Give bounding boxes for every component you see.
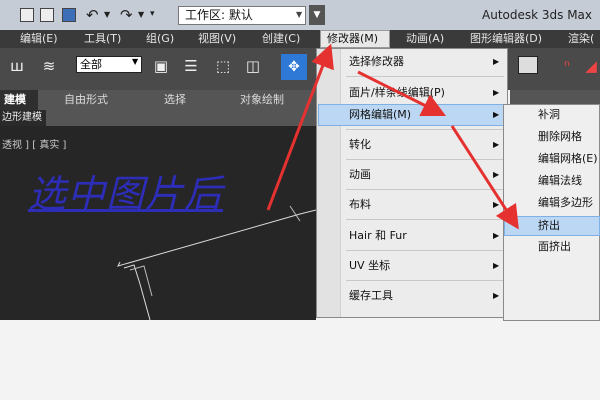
polygon-modeling-panel[interactable]: 边形建模 xyxy=(0,110,46,126)
tab-modeling[interactable]: 建模 xyxy=(0,90,38,110)
move-icon[interactable]: ✥ xyxy=(281,54,307,80)
app-title: Autodesk 3ds Max xyxy=(482,8,593,22)
tab-object-paint[interactable]: 对象绘制 xyxy=(240,90,284,110)
chevron-down-icon[interactable]: ▼ xyxy=(296,6,306,25)
submenu-item-extrude[interactable]: 挤出 xyxy=(538,215,560,237)
undo-icon[interactable]: ↶ xyxy=(86,6,99,24)
menu-separator xyxy=(346,129,504,130)
menu-item-hair-fur[interactable]: Hair 和 Fur xyxy=(349,222,407,250)
menu-views[interactable]: 视图(V) xyxy=(198,30,236,48)
menu-item-conversion[interactable]: 转化 xyxy=(349,131,371,159)
submenu-arrow-icon: ▶ xyxy=(493,57,500,66)
submenu-arrow-icon: ▶ xyxy=(493,200,500,209)
menu-group[interactable]: 组(G) xyxy=(146,30,174,48)
menu-item-highlight xyxy=(318,104,506,126)
menu-item-mesh-editing[interactable]: 网格编辑(M) xyxy=(349,101,411,129)
submenu-arrow-icon: ▶ xyxy=(493,110,500,119)
submenu-arrow-icon: ▶ xyxy=(493,261,500,270)
angle-snap-icon[interactable]: ◢ xyxy=(580,55,600,77)
submenu-item-face-extrude[interactable]: 面挤出 xyxy=(538,236,571,258)
undo-dropdown-icon[interactable]: ▼ xyxy=(104,10,110,19)
ribbon-subbar xyxy=(0,110,316,126)
menu-create[interactable]: 创建(C) xyxy=(262,30,300,48)
submenu-item-edit-mesh[interactable]: 编辑网格(E) xyxy=(538,148,598,170)
menu-item-animation[interactable]: 动画 xyxy=(349,161,371,189)
tab-selection[interactable]: 选择 xyxy=(164,90,186,110)
menu-modifiers[interactable]: 修改器(M) xyxy=(320,30,390,48)
menu-edit[interactable]: 编辑(E) xyxy=(20,30,58,48)
menu-gutter xyxy=(317,49,341,317)
save-icon[interactable] xyxy=(62,8,76,22)
menu-animation[interactable]: 动画(A) xyxy=(406,30,444,48)
menu-separator xyxy=(346,250,504,251)
menu-graph-editors[interactable]: 图形编辑器(D) xyxy=(470,30,542,48)
customize-qa-icon[interactable]: ▾ xyxy=(150,9,155,19)
overlay-caption: 选中图片后 xyxy=(28,172,224,216)
submenu-item-cap-holes[interactable]: 补洞 xyxy=(538,104,560,126)
unlink-icon[interactable]: ≋ xyxy=(38,55,60,77)
submenu-arrow-icon: ▶ xyxy=(493,291,500,300)
submenu-arrow-icon: ▶ xyxy=(493,170,500,179)
submenu-arrow-icon: ▶ xyxy=(493,231,500,240)
new-file-icon[interactable] xyxy=(20,8,34,22)
viewport-label[interactable]: 透视 ] [ 真实 ] xyxy=(2,136,66,151)
select-link-icon[interactable]: ꟺ xyxy=(6,55,28,77)
window-crossing-icon[interactable]: ◫ xyxy=(242,55,264,77)
workspace-selector[interactable]: 工作区: 默认 xyxy=(178,6,306,25)
menu-item-cache-tools[interactable]: 缓存工具 xyxy=(349,282,393,310)
tab-freeform[interactable]: 自由形式 xyxy=(64,90,108,110)
menu-separator xyxy=(346,159,504,160)
select-object-icon[interactable]: ▣ xyxy=(150,55,172,77)
submenu-item-edit-normals[interactable]: 编辑法线 xyxy=(538,170,582,192)
select-by-name-icon[interactable]: ☰ xyxy=(180,55,202,77)
viewport-geometry xyxy=(117,205,316,320)
submenu-arrow-icon: ▶ xyxy=(493,140,500,149)
menu-separator xyxy=(346,189,504,190)
submenu-item-edit-poly[interactable]: 编辑多边形 xyxy=(538,192,593,214)
menu-separator xyxy=(346,219,504,220)
rect-selection-icon[interactable]: ⬚ xyxy=(212,55,234,77)
menu-item-cloth[interactable]: 布料 xyxy=(349,191,371,219)
redo-icon[interactable]: ↷ xyxy=(120,6,133,24)
snap-toggle-icon[interactable]: ⁿ xyxy=(556,55,578,77)
viewport[interactable] xyxy=(0,126,316,320)
open-file-icon[interactable] xyxy=(40,8,54,22)
redo-dropdown-icon[interactable]: ▼ xyxy=(138,10,144,19)
menu-item-uv-coordinates[interactable]: UV 坐标 xyxy=(349,252,390,280)
menu-tools[interactable]: 工具(T) xyxy=(84,30,121,48)
menu-separator xyxy=(346,280,504,281)
workspace-menu-button[interactable]: ▼ xyxy=(309,5,325,25)
menu-rendering[interactable]: 渲染( xyxy=(568,30,594,48)
menu-item-select-modifier[interactable]: 选择修改器 xyxy=(349,48,404,76)
menu-separator xyxy=(346,76,504,77)
submenu-item-delete-mesh[interactable]: 删除网格 xyxy=(538,126,582,148)
keyboard-shortcut-icon[interactable] xyxy=(518,56,538,74)
chevron-down-icon[interactable]: ▼ xyxy=(132,57,138,66)
